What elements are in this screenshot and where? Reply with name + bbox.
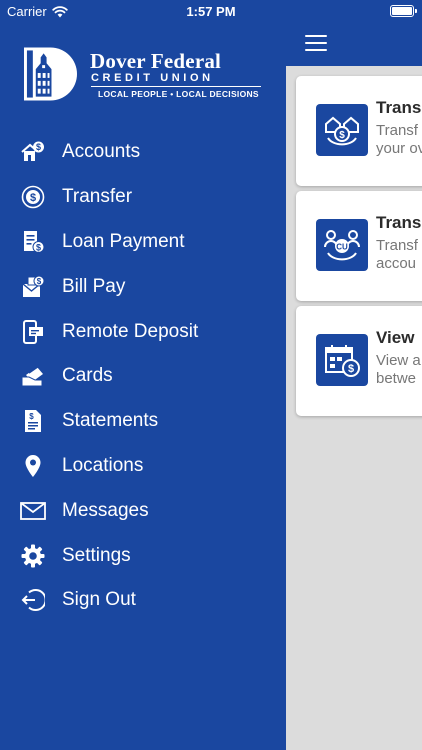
statement-icon: $ bbox=[20, 408, 46, 434]
battery-icon bbox=[390, 5, 417, 17]
calendar-dollar-icon: $ bbox=[316, 334, 368, 386]
card-title: Trans bbox=[376, 213, 422, 232]
card-hand-icon bbox=[20, 363, 46, 389]
house-dollar-icon: $ bbox=[20, 139, 46, 165]
card-desc-line: betwe bbox=[376, 370, 417, 387]
menu-item-settings[interactable]: Settings bbox=[0, 533, 286, 578]
menu-item-remote-deposit[interactable]: Remote Deposit bbox=[0, 309, 286, 354]
menu-item-loan-payment[interactable]: $ Loan Payment bbox=[0, 220, 286, 265]
phone-check-icon bbox=[20, 319, 46, 345]
menu-item-label: Locations bbox=[62, 454, 144, 476]
menu-item-label: Cards bbox=[62, 365, 113, 387]
loan-document-icon: $ bbox=[20, 229, 46, 255]
card-title: Trans bbox=[376, 98, 422, 117]
menu-item-label: Settings bbox=[62, 544, 131, 566]
svg-text:$: $ bbox=[36, 143, 41, 153]
menu-item-sign-out[interactable]: Sign Out bbox=[0, 578, 286, 623]
brand-divider bbox=[91, 86, 261, 87]
svg-text:$: $ bbox=[29, 412, 34, 421]
svg-text:$: $ bbox=[37, 277, 42, 286]
menu-item-messages[interactable]: Messages bbox=[0, 488, 286, 533]
svg-text:$: $ bbox=[348, 363, 354, 375]
svg-text:$: $ bbox=[36, 242, 41, 252]
status-bar: Carrier 1:57 PM bbox=[0, 0, 422, 22]
menu-item-accounts[interactable]: $ Accounts bbox=[0, 130, 286, 175]
sign-out-icon bbox=[20, 587, 46, 613]
view-card[interactable]: $ View View a betwe bbox=[296, 306, 422, 416]
menu-item-label: Transfer bbox=[62, 186, 133, 208]
main-content: $ Trans Transf your ov CU Trans Transf a… bbox=[286, 0, 422, 750]
menu-item-locations[interactable]: Locations bbox=[0, 444, 286, 489]
side-menu-drawer: Dover Federal CREDIT UNION LOCAL PEOPLE … bbox=[0, 0, 286, 750]
map-pin-icon bbox=[20, 453, 46, 479]
brand-logo: Dover Federal CREDIT UNION LOCAL PEOPLE … bbox=[24, 47, 264, 105]
transfer-card[interactable]: $ Trans Transf your ov bbox=[296, 76, 422, 186]
status-time: 1:57 PM bbox=[186, 4, 236, 19]
menu-item-label: Remote Deposit bbox=[62, 320, 199, 342]
svg-text:$: $ bbox=[339, 130, 345, 141]
brand-name: Dover Federal bbox=[90, 49, 222, 73]
menu-item-label: Bill Pay bbox=[62, 275, 126, 297]
menu-item-label: Sign Out bbox=[62, 589, 136, 611]
transfer-houses-icon: $ bbox=[316, 104, 368, 156]
hamburger-menu-icon[interactable] bbox=[305, 35, 327, 51]
brand-tagline: LOCAL PEOPLE • LOCAL DECISIONS bbox=[98, 89, 259, 99]
card-title: View bbox=[376, 328, 415, 347]
menu-item-label: Loan Payment bbox=[62, 230, 185, 252]
card-desc-line: View a bbox=[376, 352, 421, 369]
transfer-members-card[interactable]: CU Trans Transf accou bbox=[296, 191, 422, 301]
menu-item-transfer[interactable]: $ Transfer bbox=[0, 175, 286, 220]
card-desc-line: Transf bbox=[376, 122, 418, 139]
svg-text:CU: CU bbox=[336, 243, 348, 252]
menu-item-bill-pay[interactable]: $ Bill Pay bbox=[0, 264, 286, 309]
mail-icon bbox=[20, 498, 46, 524]
envelope-dollar-icon: $ bbox=[20, 274, 46, 300]
card-desc-line: your ov bbox=[376, 140, 422, 157]
gear-icon bbox=[20, 543, 46, 569]
card-desc-line: accou bbox=[376, 255, 417, 272]
side-menu-list: $ Accounts $ Transfer $ Loan Payment $ B… bbox=[0, 130, 286, 623]
brand-subtitle: CREDIT UNION bbox=[91, 72, 214, 84]
menu-item-label: Messages bbox=[62, 499, 149, 521]
svg-text:$: $ bbox=[30, 192, 36, 204]
credit-union-building-logo-icon bbox=[24, 47, 77, 101]
transfer-members-icon: CU bbox=[316, 219, 368, 271]
card-desc-line: Transf bbox=[376, 237, 418, 254]
menu-item-cards[interactable]: Cards bbox=[0, 354, 286, 399]
card-description: Transf your ov bbox=[376, 122, 422, 158]
menu-item-label: Accounts bbox=[62, 141, 141, 163]
dollar-circle-icon: $ bbox=[20, 184, 46, 210]
menu-item-label: Statements bbox=[62, 410, 159, 432]
card-description: Transf accou bbox=[376, 237, 418, 273]
menu-item-statements[interactable]: $ Statements bbox=[0, 399, 286, 444]
card-description: View a betwe bbox=[376, 352, 421, 388]
